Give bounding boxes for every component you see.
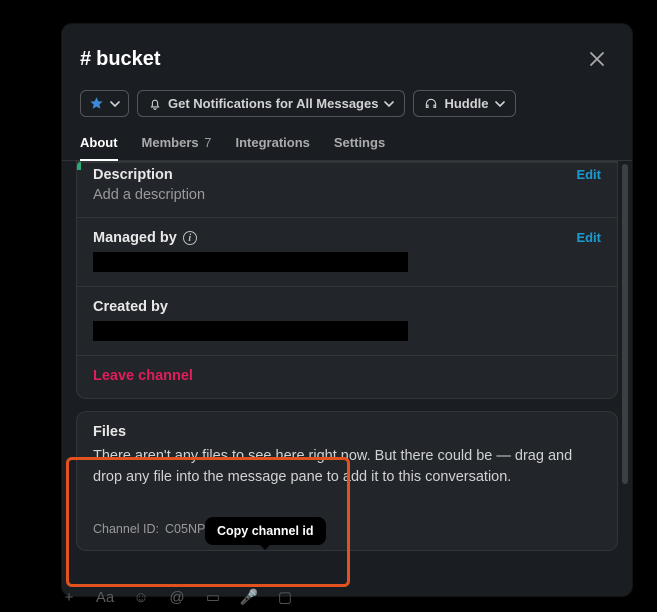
close-button[interactable]	[580, 42, 614, 76]
channel-name: bucket	[96, 48, 160, 71]
channel-title: # bucket	[80, 48, 161, 71]
managed-by-title: Managed by i	[93, 230, 601, 246]
bell-icon	[148, 97, 162, 111]
star-icon	[89, 96, 104, 111]
tab-integrations[interactable]: Integrations	[235, 127, 309, 161]
chevron-down-icon	[495, 99, 505, 109]
description-title: Description	[93, 167, 601, 183]
managed-by-value	[93, 252, 408, 272]
header-actions: Get Notifications for All Messages Huddl…	[80, 90, 614, 117]
created-by-section: Created by	[77, 286, 617, 355]
files-empty-text: There aren't any files to see here right…	[93, 446, 601, 488]
channel-id-label: Channel ID:	[93, 522, 159, 536]
notifications-label: Get Notifications for All Messages	[168, 96, 378, 111]
leave-channel-link[interactable]: Leave channel	[93, 368, 601, 384]
about-card: Edit Description Add a description Edit …	[76, 161, 618, 399]
files-card: Files There aren't any files to see here…	[76, 411, 618, 551]
chevron-down-icon	[384, 99, 394, 109]
plus-icon[interactable]: +	[60, 588, 78, 606]
modal-header: # bucket Get Notifications for All Messa…	[62, 24, 632, 127]
mic-icon[interactable]: 🎤	[240, 588, 258, 606]
info-icon[interactable]: i	[183, 231, 197, 245]
mention-icon[interactable]: @	[168, 588, 186, 606]
files-title: Files	[93, 424, 601, 440]
managed-by-label: Managed by	[93, 230, 177, 246]
notifications-button[interactable]: Get Notifications for All Messages	[137, 90, 405, 117]
format-icon[interactable]: Aa	[96, 588, 114, 606]
huddle-label: Huddle	[444, 96, 488, 111]
description-placeholder: Add a description	[93, 187, 601, 203]
channel-details-modal: # bucket Get Notifications for All Messa…	[62, 24, 632, 596]
channel-id-value: C05NP1X1VS8	[165, 522, 251, 536]
tab-members-count: 7	[204, 135, 211, 150]
close-icon	[589, 51, 605, 67]
tab-settings[interactable]: Settings	[334, 127, 385, 161]
star-button[interactable]	[80, 90, 129, 117]
emoji-icon[interactable]: ☺	[132, 588, 150, 606]
channel-id-row: Channel ID: C05NP1X1VS8	[93, 522, 601, 536]
video-icon[interactable]: ▭	[204, 588, 222, 606]
created-by-title: Created by	[93, 299, 601, 315]
tab-about[interactable]: About	[80, 127, 118, 161]
managed-by-section[interactable]: Edit Managed by i	[77, 217, 617, 286]
tab-members-label: Members	[142, 135, 199, 150]
copy-icon	[257, 523, 270, 536]
scrollbar[interactable]	[622, 164, 628, 484]
huddle-button[interactable]: Huddle	[413, 90, 515, 117]
hash-icon: #	[80, 48, 91, 71]
created-by-value	[93, 321, 408, 341]
headphones-icon	[424, 97, 438, 111]
description-section[interactable]: Edit Description Add a description	[77, 162, 617, 217]
tabs: About Members 7 Integrations Settings	[62, 127, 632, 161]
leave-channel-section[interactable]: Leave channel	[77, 355, 617, 398]
edit-managed-by-link[interactable]: Edit	[576, 230, 601, 245]
tab-members[interactable]: Members 7	[142, 127, 212, 161]
composer-toolbar: + Aa ☺ @ ▭ 🎤 ▢	[60, 588, 294, 606]
edit-description-link[interactable]: Edit	[576, 167, 601, 182]
chevron-down-icon	[110, 99, 120, 109]
modal-body: Edit Description Add a description Edit …	[62, 161, 632, 596]
shortcut-icon[interactable]: ▢	[276, 588, 294, 606]
copy-channel-id-button[interactable]	[257, 523, 270, 536]
